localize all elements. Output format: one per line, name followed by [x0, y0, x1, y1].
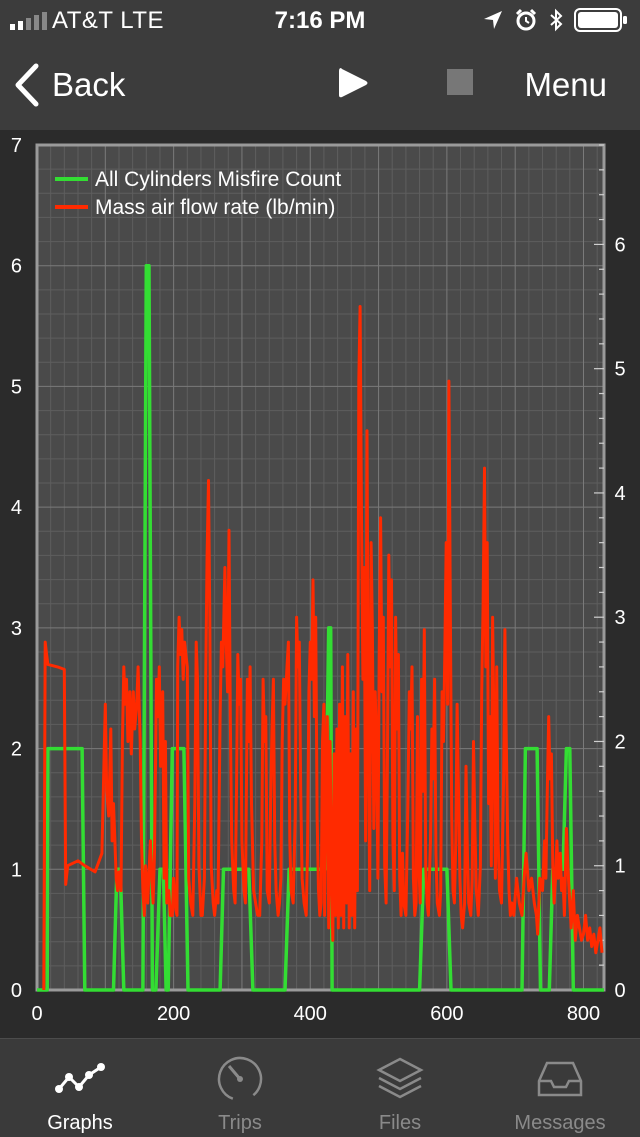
chevron-left-icon: [15, 63, 39, 107]
x-tick-label: 400: [294, 1003, 327, 1025]
chart-area: 0 1 2 3 4 5 6 7 0 1 2 3 4 5 6 0 200 400 600 800 All Cylin…: [0, 130, 640, 1038]
battery-icon: [574, 8, 627, 32]
stop-button[interactable]: [447, 69, 473, 95]
left-tick-label: 7: [11, 135, 22, 157]
legend-label: All Cylinders Misfire Count: [95, 168, 341, 191]
x-axis: 0 200 400 600 800: [31, 1003, 600, 1025]
tab-trips-label: Trips: [218, 1112, 262, 1134]
tab-graphs-label: Graphs: [47, 1112, 113, 1134]
play-icon: [339, 68, 368, 98]
back-button[interactable]: Back: [14, 62, 125, 108]
back-label: Back: [52, 66, 126, 103]
right-tick-label: 4: [614, 483, 625, 505]
x-tick-label: 600: [430, 1003, 463, 1025]
left-tick-label: 3: [11, 618, 22, 640]
x-tick-label: 0: [31, 1003, 42, 1025]
left-tick-label: 5: [11, 376, 22, 398]
alarm-icon: [515, 8, 537, 31]
right-tick-label: 1: [614, 856, 625, 878]
play-button[interactable]: [336, 66, 370, 100]
legend-label: Mass air flow rate (lb/min): [95, 196, 335, 219]
menu-button[interactable]: Menu: [524, 66, 607, 104]
tab-graphs[interactable]: Graphs: [0, 1039, 160, 1137]
tab-messages-label: Messages: [514, 1112, 606, 1134]
right-tick-label: 5: [614, 359, 625, 381]
right-tick-label: 6: [614, 234, 625, 256]
left-tick-label: 4: [11, 497, 22, 519]
tab-files[interactable]: Files: [320, 1039, 480, 1137]
inbox-tray-icon: [537, 1061, 583, 1097]
x-tick-label: 800: [567, 1003, 600, 1025]
left-tick-label: 2: [11, 739, 22, 761]
left-tick-label: 1: [11, 859, 22, 881]
tab-trips[interactable]: Trips: [160, 1039, 320, 1137]
tab-files-label: Files: [378, 1112, 422, 1134]
nav-bar: Back Menu: [0, 40, 640, 130]
left-tick-label: 0: [11, 980, 22, 1002]
left-tick-label: 6: [11, 256, 22, 278]
status-bar: AT&T LTE 7:16 PM: [0, 0, 640, 40]
left-axis: 0 1 2 3 4 5 6 7: [11, 135, 22, 1002]
chart: 0 1 2 3 4 5 6 7 0 1 2 3 4 5 6 0 200 400 600 800 All Cylin…: [11, 135, 626, 1025]
bluetooth-icon: [550, 8, 563, 32]
tab-messages[interactable]: Messages: [480, 1039, 640, 1137]
right-tick-label: 2: [614, 731, 625, 753]
speedometer-icon: [217, 1056, 263, 1102]
layers-icon: [376, 1057, 424, 1099]
graph-line-icon: [55, 1063, 105, 1093]
right-tick-label: 3: [614, 607, 625, 629]
x-tick-label: 200: [157, 1003, 190, 1025]
right-tick-label: 0: [614, 980, 625, 1002]
location-arrow-icon: [484, 11, 502, 29]
tab-bar: Graphs Trips Files Messages: [0, 1038, 640, 1137]
